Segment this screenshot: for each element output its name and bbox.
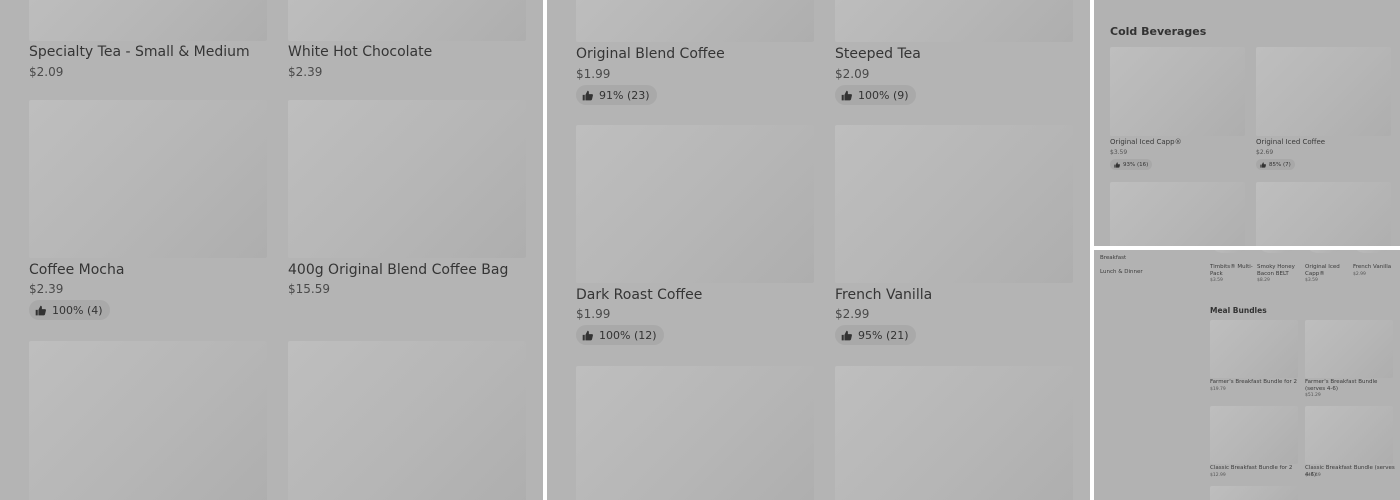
product-name[interactable]: Steeped Tea [835, 46, 921, 62]
product-image[interactable] [1305, 406, 1393, 464]
product-name[interactable]: Farmer's Breakfast Bundle (serves 4-6) [1305, 379, 1395, 393]
rating-text: 93% (16) [1123, 161, 1149, 168]
thumbs-up-icon [1114, 161, 1120, 168]
product-price: $2.99 [835, 307, 870, 321]
product-price: $3.59 [1210, 278, 1223, 283]
product-price: $1.99 [576, 67, 611, 81]
product-name[interactable]: Original Iced Coffee [1256, 138, 1325, 146]
rating-text: 85% (7) [1269, 161, 1291, 168]
rating-badge: 100% (12) [576, 325, 664, 345]
rating-badge: 100% (4) [29, 300, 110, 320]
product-price: $2.39 [29, 282, 64, 296]
thumbs-up-icon [841, 90, 852, 100]
product-image[interactable] [1110, 182, 1245, 246]
product-price: $2.39 [288, 65, 323, 79]
product-image[interactable] [1256, 47, 1391, 136]
product-name[interactable]: French Vanilla [1353, 264, 1397, 271]
rating-badge: 100% (9) [835, 85, 916, 105]
rating-badge: 91% (23) [576, 85, 657, 105]
rating-text: 100% (12) [599, 328, 657, 342]
rating-text: 100% (9) [858, 88, 909, 102]
product-price: $19.79 [1210, 387, 1226, 392]
product-image[interactable] [576, 125, 814, 283]
thumbs-up-icon [582, 90, 593, 100]
product-price: $51.29 [1305, 393, 1321, 398]
product-image[interactable] [288, 100, 526, 258]
product-image[interactable] [576, 0, 814, 42]
product-name[interactable]: Timbits® Multi-Pack [1210, 264, 1254, 278]
product-name[interactable]: Smoky Honey Bacon BELT [1257, 264, 1301, 278]
product-name[interactable]: Farmer's Breakfast Bundle for 2 [1210, 379, 1300, 386]
thumbs-up-icon [1260, 161, 1266, 168]
product-image[interactable] [1256, 182, 1391, 246]
rating-text: 100% (4) [52, 303, 103, 317]
product-name[interactable]: Dark Roast Coffee [576, 287, 702, 303]
product-name[interactable]: White Hot Chocolate [288, 44, 432, 60]
thumbs-up-icon [841, 330, 852, 340]
product-image[interactable] [288, 0, 526, 41]
product-image[interactable] [576, 366, 814, 500]
menu-panel-3: Cold Beverages Original Iced Capp® $3.59… [1094, 0, 1400, 246]
product-name[interactable]: Coffee Mocha [29, 262, 124, 278]
product-image[interactable] [29, 341, 267, 500]
section-title: Cold Beverages [1110, 25, 1207, 38]
product-image[interactable] [1210, 406, 1298, 464]
product-image[interactable] [1352, 250, 1392, 253]
product-image[interactable] [29, 100, 267, 258]
product-name[interactable]: Classic Breakfast Bundle for 2 [1210, 465, 1300, 472]
product-image[interactable] [1210, 486, 1298, 500]
rating-badge: 85% (7) [1256, 159, 1295, 170]
menu-panel-2: Original Blend Coffee $1.99 91% (23) Ste… [547, 0, 1090, 500]
product-image[interactable] [1210, 250, 1250, 253]
sidebar-item-lunch-dinner[interactable]: Lunch & Dinner [1100, 269, 1143, 275]
product-image[interactable] [835, 0, 1073, 42]
product-price: $8.29 [1257, 278, 1270, 283]
rating-badge: 95% (21) [835, 325, 916, 345]
menu-panel-1: Specialty Tea - Small & Medium $2.09 Whi… [0, 0, 543, 500]
product-image[interactable] [29, 0, 267, 41]
thumbs-up-icon [582, 330, 593, 340]
rating-badge: 93% (16) [1110, 159, 1153, 170]
product-name[interactable]: Original Iced Capp® [1305, 264, 1345, 278]
product-price: $3.59 [1110, 149, 1128, 156]
product-name[interactable]: Original Blend Coffee [576, 46, 725, 62]
product-price: $2.09 [835, 67, 870, 81]
product-image[interactable] [1110, 47, 1245, 136]
product-price: $12.99 [1210, 473, 1226, 478]
product-price: $3.59 [1305, 278, 1318, 283]
product-price: $2.99 [1353, 272, 1366, 277]
product-image[interactable] [835, 366, 1073, 500]
product-name[interactable]: French Vanilla [835, 287, 932, 303]
rating-text: 91% (23) [599, 88, 650, 102]
menu-panel-4: Breakfast Lunch & Dinner Timbits® Multi-… [1094, 250, 1400, 500]
product-name[interactable]: Original Iced Capp® [1110, 138, 1182, 146]
product-image[interactable] [1257, 250, 1297, 253]
product-price: $2.69 [1256, 149, 1274, 156]
product-image[interactable] [1305, 320, 1393, 378]
product-price: $2.09 [29, 65, 64, 79]
sidebar-item-breakfast[interactable]: Breakfast [1100, 255, 1126, 261]
product-name[interactable]: 400g Original Blend Coffee Bag [288, 262, 508, 278]
section-title: Meal Bundles [1210, 306, 1267, 315]
product-price: $15.59 [288, 282, 330, 296]
product-price: $1.99 [576, 307, 611, 321]
thumbs-up-icon [35, 305, 46, 315]
product-name[interactable]: Specialty Tea - Small & Medium [29, 44, 250, 60]
product-image[interactable] [288, 341, 526, 500]
product-image[interactable] [1305, 250, 1345, 253]
product-price: $47.49 [1305, 473, 1321, 478]
product-image[interactable] [835, 125, 1073, 283]
rating-text: 95% (21) [858, 328, 909, 342]
product-image[interactable] [1210, 320, 1298, 378]
